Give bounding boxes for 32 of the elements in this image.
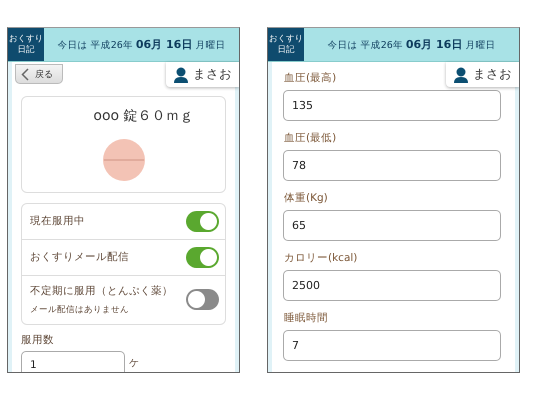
- person-icon: [454, 66, 468, 82]
- user-button[interactable]: まさお: [446, 62, 519, 87]
- chevron-left-icon: [21, 68, 29, 80]
- back-button[interactable]: 戻る: [15, 64, 63, 84]
- input-field[interactable]: 2500: [283, 270, 501, 301]
- input-field[interactable]: 78: [283, 150, 501, 181]
- toggle-switch[interactable]: [186, 210, 219, 232]
- input-field[interactable]: 65: [283, 210, 501, 241]
- field-label: 睡眠時間: [284, 311, 328, 325]
- toggle-label: 不定期に服用（とんぷく薬）: [30, 284, 174, 298]
- toggle-switch[interactable]: [186, 289, 219, 310]
- toggle-note: メール配信はありません: [30, 304, 130, 316]
- input-field[interactable]: 1: [21, 350, 125, 372]
- app-logo: おくすり 日記: [268, 28, 304, 61]
- field-label: 血圧(最低): [284, 131, 336, 145]
- field-label: カロリー(kcal): [284, 251, 358, 265]
- input-field[interactable]: 7: [283, 330, 501, 361]
- field-label: 体重(Kg): [284, 191, 328, 205]
- field-label: 服用数: [21, 332, 55, 346]
- user-button[interactable]: まさお: [166, 62, 239, 87]
- toggle-label: おくすりメール配信: [30, 250, 130, 264]
- date-text: 今日は 平成26年 06月 16日 月曜日: [326, 37, 496, 52]
- input-field[interactable]: 135: [283, 90, 501, 121]
- unit-label: ケ: [129, 356, 139, 370]
- date-text: 今日は 平成26年 06月 16日 月曜日: [56, 37, 226, 52]
- pill-icon: [102, 138, 144, 180]
- toggle-label: 現在服用中: [30, 214, 86, 228]
- field-label: 血圧(最高): [284, 71, 336, 85]
- medicine-name: ooo 錠６０ｍｇ: [93, 106, 194, 124]
- person-icon: [174, 66, 188, 82]
- app-logo: おくすり 日記: [8, 28, 44, 61]
- toggle-switch[interactable]: [186, 246, 219, 268]
